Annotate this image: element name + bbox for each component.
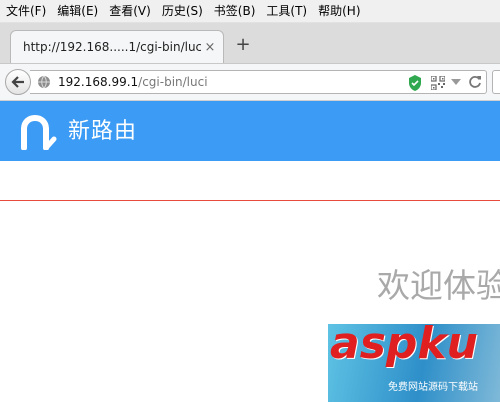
browser-tab[interactable]: http://192.168.....1/cgi-bin/luci × <box>10 30 224 63</box>
qr-code-icon[interactable] <box>431 76 445 90</box>
search-box[interactable] <box>492 70 500 94</box>
watermark-logo-text: aspku <box>330 324 478 369</box>
divider-line <box>0 200 500 201</box>
url-host: 192.168.99.1 <box>58 75 139 89</box>
back-arrow-icon <box>11 76 24 88</box>
watermark-logo: aspku 免费网站源码下载站 <box>328 324 500 402</box>
globe-icon[interactable] <box>37 75 51 89</box>
menu-help[interactable]: 帮助(H) <box>312 0 365 22</box>
tab-close-icon[interactable]: × <box>201 40 219 55</box>
navigation-bar: 192.168.99.1/cgi-bin/luci <box>0 64 500 101</box>
menu-bar: 文件(F) 编辑(E) 查看(V) 历史(S) 书签(B) 工具(T) 帮助(H… <box>0 0 500 23</box>
shield-check-icon[interactable] <box>408 75 422 91</box>
menu-file[interactable]: 文件(F) <box>0 0 51 22</box>
reload-icon[interactable] <box>468 75 482 89</box>
tab-title: http://192.168.....1/cgi-bin/luci <box>23 40 201 54</box>
url-path: /cgi-bin/luci <box>138 75 208 89</box>
tab-strip: http://192.168.....1/cgi-bin/luci × + <box>0 23 500 64</box>
back-button[interactable] <box>5 69 31 95</box>
dropdown-arrow-icon[interactable] <box>451 79 461 85</box>
menu-history[interactable]: 历史(S) <box>156 0 208 22</box>
new-tab-button[interactable]: + <box>232 34 254 56</box>
site-header: 新路由 <box>0 101 500 161</box>
menu-edit[interactable]: 编辑(E) <box>51 0 103 22</box>
menu-view[interactable]: 查看(V) <box>103 0 156 22</box>
welcome-heading: 欢迎体验 <box>377 266 500 305</box>
brand-name: 新路由 <box>68 119 138 144</box>
newifi-logo-icon <box>21 114 57 150</box>
url-text[interactable]: 192.168.99.1/cgi-bin/luci <box>58 71 208 93</box>
address-bar[interactable]: 192.168.99.1/cgi-bin/luci <box>30 70 487 94</box>
menu-tools[interactable]: 工具(T) <box>260 0 312 22</box>
menu-bookmarks[interactable]: 书签(B) <box>208 0 261 22</box>
watermark-tagline: 免费网站源码下载站 <box>388 382 478 393</box>
